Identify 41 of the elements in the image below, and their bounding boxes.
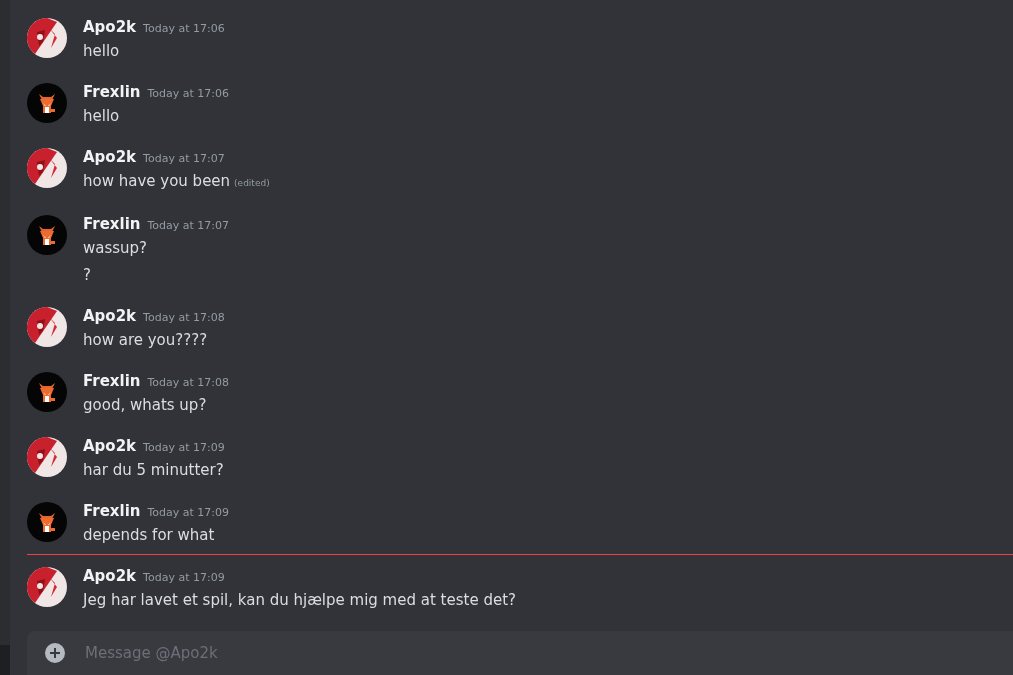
username[interactable]: Apo2k xyxy=(83,148,137,166)
message-text: good, whats up? xyxy=(83,395,207,416)
plus-icon[interactable] xyxy=(45,643,65,663)
fox-avatar-icon[interactable] xyxy=(27,83,67,123)
message-text: hello xyxy=(83,106,120,127)
username[interactable]: Apo2k xyxy=(83,567,137,585)
username[interactable]: Frexlin xyxy=(83,215,141,233)
timestamp: Today at 17:09 xyxy=(147,506,230,519)
message-text: har du 5 minutter? xyxy=(83,460,224,481)
avatar-icon[interactable] xyxy=(27,307,67,347)
message-text: depends for what xyxy=(83,525,215,546)
message-text: hello xyxy=(83,41,120,62)
message-field[interactable]: Message @Apo2k xyxy=(83,643,1013,663)
username[interactable]: Apo2k xyxy=(83,437,137,455)
edited-label: (edited) xyxy=(234,177,270,190)
timestamp: Today at 17:08 xyxy=(143,311,225,324)
fox-avatar-icon[interactable] xyxy=(27,502,67,542)
timestamp: Today at 17:07 xyxy=(147,219,230,232)
username[interactable]: Frexlin xyxy=(83,502,141,520)
timestamp: Today at 17:08 xyxy=(147,376,230,389)
timestamp: Today at 17:06 xyxy=(147,87,230,100)
avatar-icon[interactable] xyxy=(27,18,67,58)
avatar-icon[interactable] xyxy=(27,148,67,188)
fox-avatar-icon[interactable] xyxy=(27,215,67,255)
timestamp: Today at 17:07 xyxy=(143,152,225,165)
timestamp: Today at 17:09 xyxy=(143,571,225,584)
message-composer[interactable]: Message @Apo2k xyxy=(27,631,1013,675)
username[interactable]: Apo2k xyxy=(83,18,137,36)
avatar-icon[interactable] xyxy=(27,437,67,477)
username[interactable]: Apo2k xyxy=(83,307,137,325)
fox-avatar-icon[interactable] xyxy=(27,372,67,412)
avatar-icon[interactable] xyxy=(27,567,67,607)
username[interactable]: Frexlin xyxy=(83,83,141,101)
message-text: Jeg har lavet et spil, kan du hjælpe mig med at teste det? xyxy=(83,590,516,611)
timestamp: Today at 17:06 xyxy=(143,22,225,35)
message-text: how have you been xyxy=(83,171,231,192)
message-text: ? xyxy=(83,265,91,286)
message-text: wassup? xyxy=(83,238,148,259)
timestamp: Today at 17:09 xyxy=(143,441,225,454)
username[interactable]: Frexlin xyxy=(83,372,141,390)
message-text: how are you???? xyxy=(83,330,208,351)
